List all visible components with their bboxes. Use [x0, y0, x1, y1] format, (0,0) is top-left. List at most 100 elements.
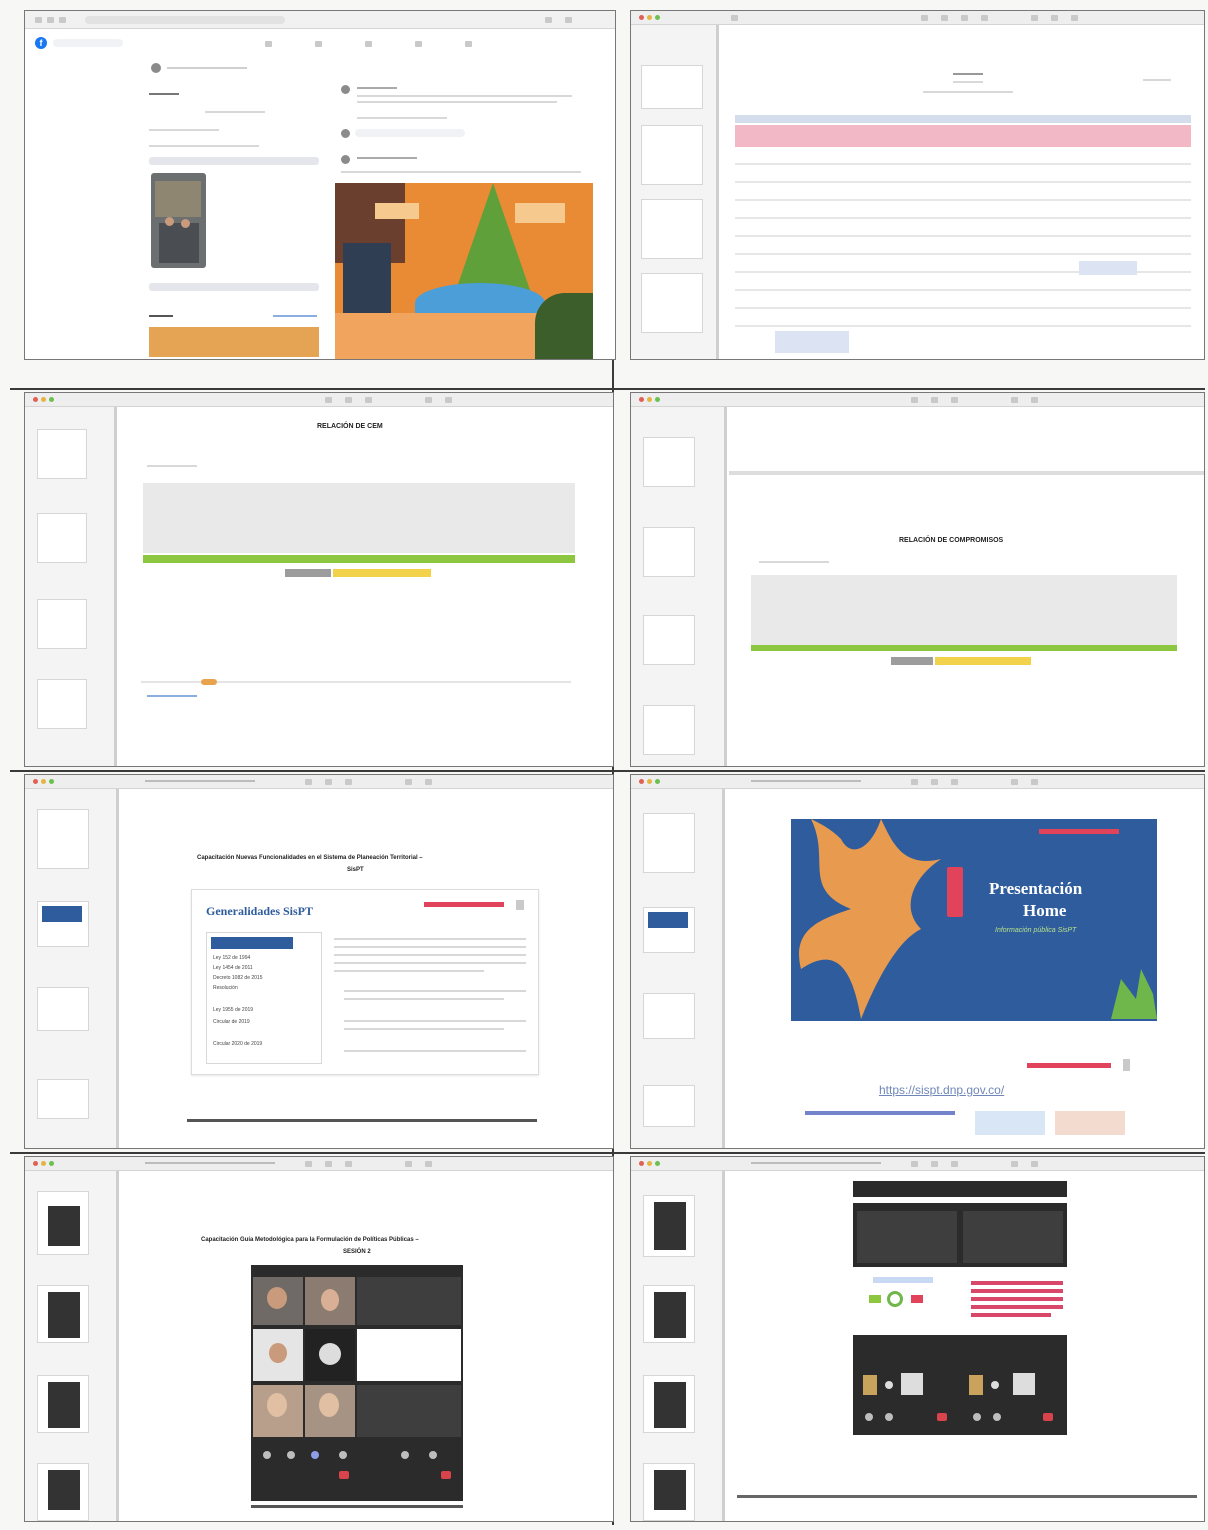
toolbar-icon[interactable]	[911, 1161, 918, 1167]
toolbar-icon[interactable]	[981, 15, 988, 21]
page-thumbnail-2[interactable]	[37, 513, 87, 563]
page-thumbnail-2[interactable]	[643, 527, 695, 577]
page-thumbnail-3[interactable]	[643, 993, 695, 1039]
toolbar-icon[interactable]	[345, 1161, 352, 1167]
address-bar[interactable]	[85, 16, 285, 24]
end-call-icon[interactable]	[339, 1471, 349, 1479]
toolbar-icon[interactable]	[345, 779, 352, 785]
toolbar-icon[interactable]	[1011, 397, 1018, 403]
page-thumbnail-4[interactable]	[37, 679, 87, 729]
post-avatar[interactable]	[341, 85, 350, 94]
page-thumbnail-1[interactable]	[643, 1195, 695, 1257]
toolbar-icon[interactable]	[731, 15, 738, 21]
page-thumbnail-1[interactable]	[641, 65, 703, 109]
edit-featured-button[interactable]	[149, 283, 319, 291]
share-icon[interactable]	[311, 1451, 319, 1459]
page-thumbnail-1[interactable]	[37, 1191, 89, 1255]
mic-icon[interactable]	[263, 1451, 271, 1459]
end-call-icon[interactable]	[937, 1413, 947, 1421]
photos-strip[interactable]	[149, 327, 319, 357]
mic-icon[interactable]	[401, 1451, 409, 1459]
page-thumbnail-3[interactable]	[643, 1375, 695, 1433]
toolbar-icon[interactable]	[961, 15, 968, 21]
home-icon[interactable]	[265, 41, 272, 47]
page-thumbnail-4[interactable]	[643, 1463, 695, 1521]
toolbar-icon[interactable]	[1051, 15, 1058, 21]
toolbar-icon[interactable]	[1031, 1161, 1038, 1167]
sispt-url-link[interactable]: https://sispt.dnp.gov.co/	[879, 1083, 1004, 1097]
toolbar-icon[interactable]	[951, 397, 958, 403]
post2-avatar[interactable]	[341, 155, 350, 164]
page-thumbnail-4[interactable]	[643, 1085, 695, 1127]
toolbar-icon[interactable]	[951, 779, 958, 785]
comment-avatar[interactable]	[341, 129, 350, 138]
page-thumbnail-2[interactable]	[37, 901, 89, 947]
forward-icon[interactable]	[47, 17, 54, 23]
edit-details-button[interactable]	[149, 157, 319, 165]
camera-icon[interactable]	[287, 1451, 295, 1459]
page-thumbnail-2[interactable]	[643, 907, 695, 953]
post-illustration[interactable]	[335, 183, 593, 359]
extension-icon[interactable]	[545, 17, 552, 23]
page-thumbnail-2[interactable]	[643, 1285, 695, 1343]
page-thumbnail-2[interactable]	[641, 125, 703, 185]
camera-icon[interactable]	[885, 1413, 893, 1421]
mic-icon[interactable]	[865, 1413, 873, 1421]
groups-icon[interactable]	[415, 41, 422, 47]
end-call-icon[interactable]	[441, 1471, 451, 1479]
reload-icon[interactable]	[59, 17, 66, 23]
camera-icon[interactable]	[993, 1413, 1001, 1421]
toolbar-icon[interactable]	[305, 1161, 312, 1167]
toolbar-icon[interactable]	[345, 397, 352, 403]
toolbar-icon[interactable]	[405, 1161, 412, 1167]
gaming-icon[interactable]	[465, 41, 472, 47]
comment-input[interactable]	[355, 129, 465, 137]
footer-link[interactable]	[147, 695, 197, 697]
toolbar-icon[interactable]	[941, 15, 948, 21]
end-call-icon[interactable]	[1043, 1413, 1053, 1421]
toolbar-icon[interactable]	[931, 397, 938, 403]
toolbar-icon[interactable]	[951, 1161, 958, 1167]
featured-photo[interactable]	[151, 173, 206, 268]
toolbar-icon[interactable]	[1031, 779, 1038, 785]
mic-icon[interactable]	[973, 1413, 981, 1421]
toolbar-icon[interactable]	[1031, 15, 1038, 21]
participants-icon[interactable]	[339, 1451, 347, 1459]
toolbar-icon[interactable]	[325, 397, 332, 403]
page-thumbnail-2[interactable]	[37, 1285, 89, 1343]
toolbar-icon[interactable]	[405, 779, 412, 785]
toolbar-icon[interactable]	[445, 397, 452, 403]
see-all-photos-link[interactable]	[273, 315, 317, 317]
toolbar-icon[interactable]	[425, 1161, 432, 1167]
toolbar-icon[interactable]	[365, 397, 372, 403]
camera-icon[interactable]	[429, 1451, 437, 1459]
toolbar-icon[interactable]	[305, 779, 312, 785]
page-thumbnail-3[interactable]	[641, 199, 703, 259]
back-icon[interactable]	[35, 17, 42, 23]
toolbar-icon[interactable]	[1071, 15, 1078, 21]
facebook-search-input[interactable]	[53, 39, 123, 47]
page-thumbnail-1[interactable]	[643, 813, 695, 873]
page-thumbnail-3[interactable]	[643, 615, 695, 665]
page-thumbnail-1[interactable]	[37, 809, 89, 869]
page-thumbnail-4[interactable]	[641, 273, 703, 333]
menu-icon[interactable]	[565, 17, 572, 23]
page-thumbnail-4[interactable]	[643, 705, 695, 755]
toolbar-icon[interactable]	[425, 397, 432, 403]
toolbar-icon[interactable]	[921, 15, 928, 21]
toolbar-icon[interactable]	[325, 779, 332, 785]
facebook-logo-icon[interactable]: f	[35, 37, 47, 49]
toolbar-icon[interactable]	[1011, 1161, 1018, 1167]
page-thumbnail-3[interactable]	[37, 599, 87, 649]
pagination-active[interactable]	[201, 679, 217, 685]
page-avatar[interactable]	[151, 63, 161, 73]
toolbar-icon[interactable]	[1031, 397, 1038, 403]
toolbar-icon[interactable]	[931, 1161, 938, 1167]
toolbar-icon[interactable]	[325, 1161, 332, 1167]
page-thumbnail-4[interactable]	[37, 1079, 89, 1119]
page-thumbnail-3[interactable]	[37, 1375, 89, 1433]
page-thumbnail-3[interactable]	[37, 987, 89, 1031]
watch-icon[interactable]	[315, 41, 322, 47]
page-thumbnail-4[interactable]	[37, 1463, 89, 1521]
toolbar-icon[interactable]	[931, 779, 938, 785]
